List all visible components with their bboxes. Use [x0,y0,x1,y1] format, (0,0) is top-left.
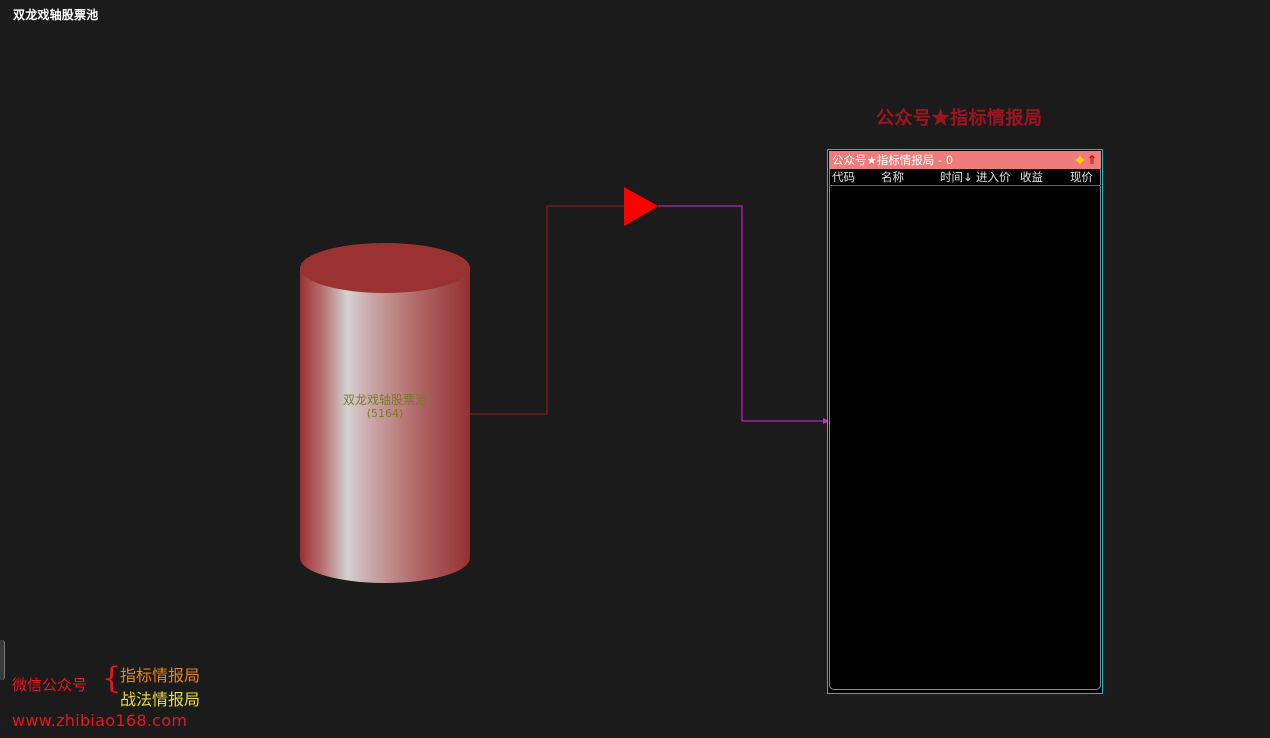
promo-account-1: 指标情报局 [120,666,201,685]
column-header-name[interactable]: 名称 [881,169,904,185]
result-pool-title: 公众号★指标情报局 - 0 [832,153,954,167]
column-header-current-price[interactable]: 现价 [1070,169,1093,185]
up-arrow-icon[interactable]: ⇑ [1087,151,1097,169]
promo-brace: { [102,661,122,696]
flow-canvas: 双龙戏轴股票池 双龙戏轴股票池 (5164) 公众号★指标情报局 公众号★指标情… [0,0,1270,738]
result-pool-panel[interactable]: 公众号★指标情报局 - 0 ⇑ 代码 名称 时间↓ 进入价 收益 现价 [827,149,1103,694]
connector-pool-to-filter [470,205,624,415]
promo-url: www.zhibiao168.com [12,711,188,730]
stock-pool-label: 双龙戏轴股票池 (5164) [300,393,470,421]
promo-wechat-label: 微信公众号 [12,676,88,694]
promo-block: 微信公众号 { 指标情报局 战法情报局 www.zhibiao168.com [12,660,232,736]
stock-pool-name: 双龙戏轴股票池 [342,393,427,407]
column-header-entry-price[interactable]: 进入价 [976,169,1011,185]
stock-pool-count: (5164) [366,407,404,420]
watermark-title: 公众号★指标情报局 [876,108,1043,129]
connector-filter-to-panel [658,205,826,422]
column-header-return[interactable]: 收益 [1020,169,1043,185]
header-icons: ⇑ [1075,151,1097,169]
promo-account-2: 战法情报局 [120,690,201,709]
result-pool-header[interactable]: 公众号★指标情报局 - 0 ⇑ [829,151,1101,169]
result-pool-column-headers: 代码 名称 时间↓ 进入价 收益 现价 [829,169,1101,186]
triangle-filter-icon[interactable] [624,187,658,226]
column-header-code[interactable]: 代码 [832,169,855,185]
diamond-icon[interactable] [1075,155,1085,165]
column-header-time[interactable]: 时间↓ [940,169,973,185]
result-pool-list[interactable] [829,186,1101,689]
